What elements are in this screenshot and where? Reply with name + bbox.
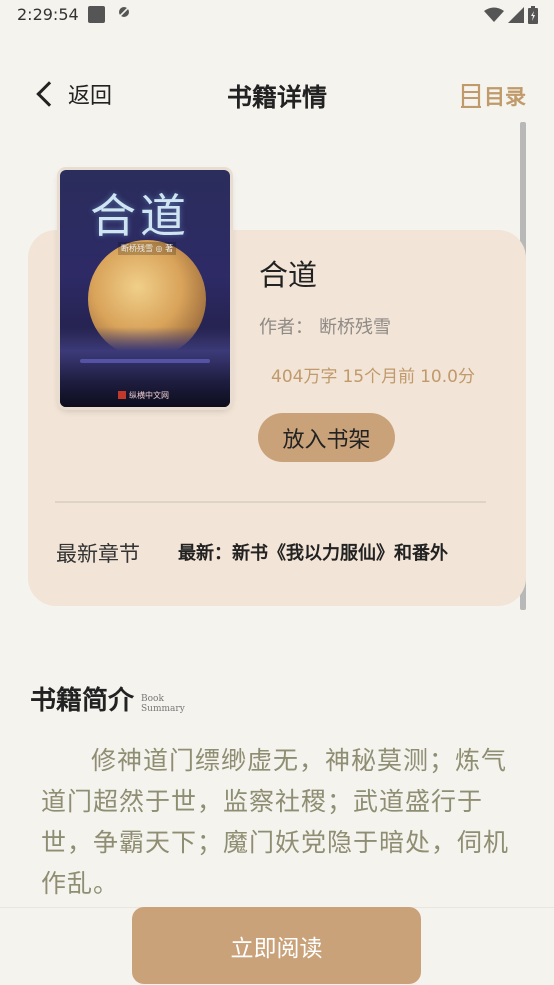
- summary-subtitle-line2: Summary: [141, 704, 185, 714]
- book-score: 10.0分: [420, 367, 475, 387]
- signal-icon: [508, 7, 524, 23]
- wifi-icon: [484, 7, 504, 22]
- card-divider: [55, 501, 486, 503]
- status-bar: 2:29:54: [0, 0, 554, 30]
- back-label: 返回: [68, 84, 113, 109]
- updated-time: 15个月前: [342, 367, 416, 387]
- toc-label: 目录: [484, 85, 526, 109]
- toc-button[interactable]: 目录: [461, 81, 526, 111]
- book-cover[interactable]: 合道 断桥残雪 ◎ 著 纵横中文网: [60, 170, 230, 407]
- summary-title: 书籍简介: [30, 686, 135, 716]
- cover-publisher: 纵横中文网: [118, 390, 169, 401]
- square-icon: [88, 6, 105, 23]
- summary-subtitle-line1: Book: [141, 694, 164, 704]
- latest-chapter-link[interactable]: 最新：新书《我以力服仙》和番外: [178, 539, 484, 565]
- author-label: 作者：: [259, 317, 313, 338]
- author-name[interactable]: 断桥残雪: [319, 317, 391, 338]
- add-to-shelf-button[interactable]: 放入书架: [258, 413, 395, 462]
- book-title: 合道: [259, 258, 318, 292]
- cover-glint: [80, 359, 210, 363]
- battery-icon: [528, 6, 538, 24]
- author-row: 作者： 断桥残雪: [259, 313, 391, 339]
- cover-title: 合道: [90, 189, 190, 243]
- back-button[interactable]: 返回: [34, 78, 112, 110]
- word-count: 404万字: [271, 367, 338, 387]
- summary-text: 修神道门缥缈虚无，神秘莫测；炼气道门超然于世，监察社稷；武道盛行于世，争霸天下；…: [41, 746, 510, 898]
- status-icons: [484, 6, 538, 24]
- back-chevron-icon: [36, 81, 62, 107]
- read-now-button[interactable]: 立即阅读: [132, 907, 421, 984]
- nav-header: 返回 书籍详情 目录: [0, 70, 554, 122]
- cover-publisher-name: 纵横中文网: [129, 391, 169, 400]
- toc-icon: [461, 84, 481, 108]
- publisher-logo-icon: [118, 391, 126, 399]
- latest-chapter-label: 最新章节: [56, 542, 140, 566]
- summary-header: 书籍简介 Book Summary: [30, 680, 185, 717]
- notification-icon: [117, 5, 131, 23]
- summary-subtitle: Book Summary: [141, 694, 185, 714]
- cover-author: 断桥残雪 ◎ 著: [118, 242, 177, 255]
- status-time: 2:29:54: [17, 5, 79, 24]
- book-meta: 404万字 15个月前 10.0分: [271, 362, 480, 387]
